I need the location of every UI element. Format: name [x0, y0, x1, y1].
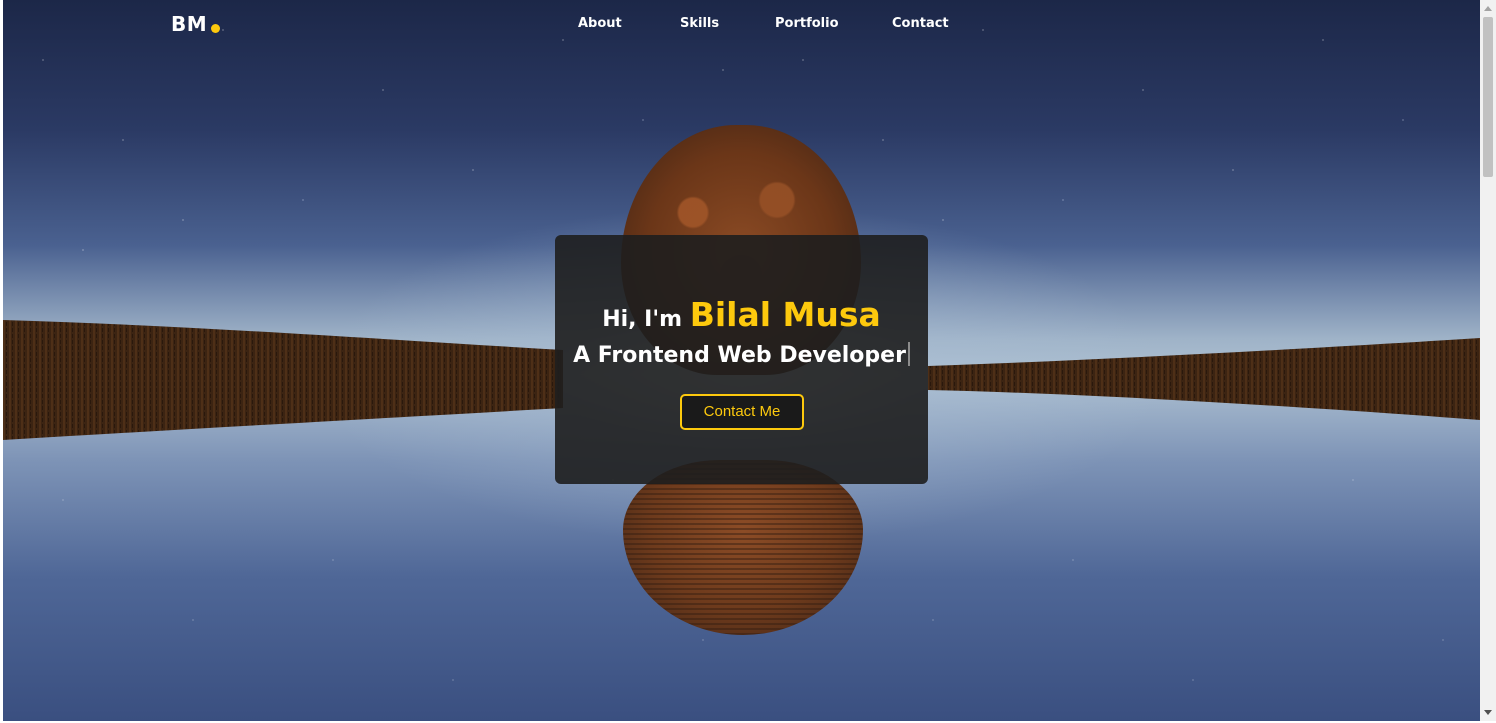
- scroll-up-arrow-icon[interactable]: [1484, 6, 1492, 11]
- greeting-prefix: Hi, I'm: [602, 307, 683, 332]
- hero-role: A Frontend Web Developer: [555, 342, 928, 368]
- nav-link-about[interactable]: About: [578, 16, 622, 31]
- hero-greeting: Hi, I'm Bilal Musa: [555, 295, 928, 334]
- nav-link-portfolio[interactable]: Portfolio: [775, 16, 839, 31]
- hero-name: Bilal Musa: [689, 295, 881, 334]
- hero-section: BM About Skills Portfolio Contact Hi, I'…: [3, 0, 1480, 721]
- nav-link-contact[interactable]: Contact: [892, 16, 949, 31]
- role-text: A Frontend Web Developer: [573, 343, 906, 368]
- typing-cursor: [907, 342, 910, 366]
- scrollbar-thumb[interactable]: [1483, 17, 1493, 177]
- hero-card: Hi, I'm Bilal Musa A Frontend Web Develo…: [555, 235, 928, 484]
- scroll-down-arrow-icon[interactable]: [1484, 710, 1492, 715]
- nav-link-skills[interactable]: Skills: [680, 16, 719, 31]
- contact-me-button[interactable]: Contact Me: [680, 394, 804, 430]
- main-nav: About Skills Portfolio Contact: [3, 16, 1480, 36]
- page-scrollbar[interactable]: [1480, 0, 1496, 721]
